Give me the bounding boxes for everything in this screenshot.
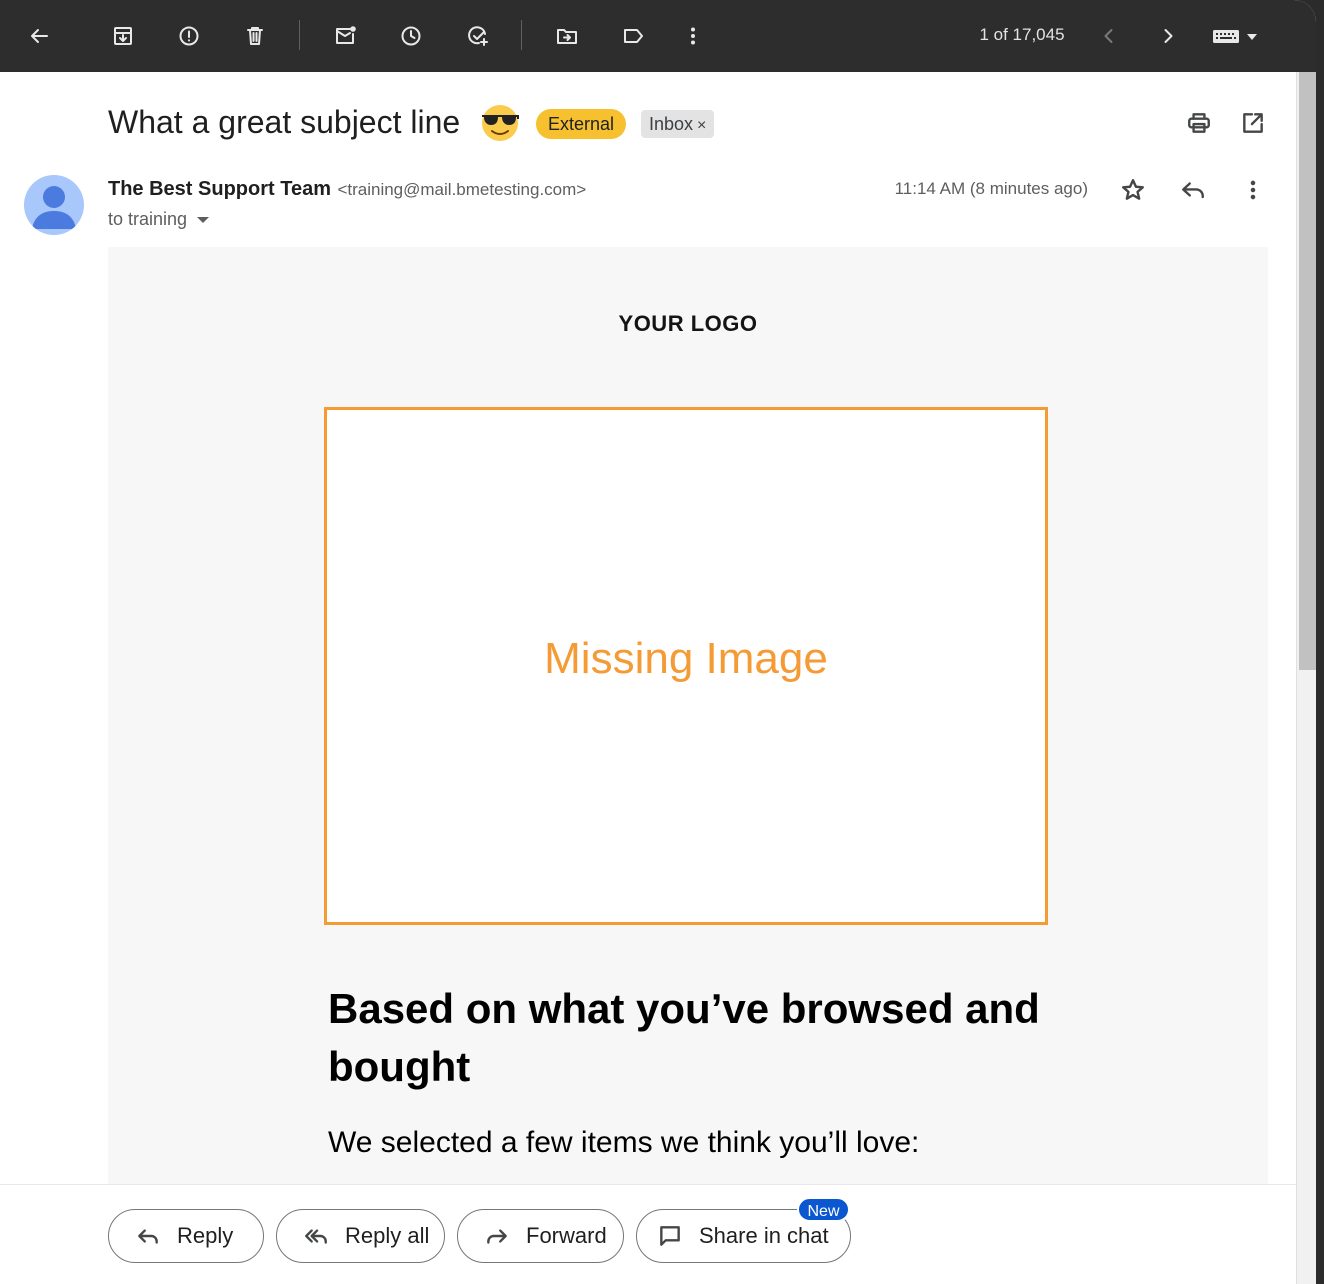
message-more-icon[interactable] [1233,170,1273,210]
reply-icon[interactable] [1173,170,1213,210]
timestamp: 11:14 AM (8 minutes ago) [894,179,1088,198]
subject-line: What a great subject line [108,104,461,140]
mark-unread-icon[interactable] [325,16,365,56]
prev-icon[interactable] [1089,16,1129,56]
inbox-chip[interactable]: Inbox × [641,110,715,138]
toolbar-divider [299,20,300,50]
keyboard-icon[interactable] [1205,16,1263,56]
mail-window: 1 of 17,045 What a great subject line Ex… [0,0,1316,1284]
sender-name[interactable]: The Best Support Team [108,178,331,200]
report-spam-icon[interactable] [169,16,209,56]
reply-button-label: Reply [177,1223,234,1248]
avatar[interactable] [24,175,84,235]
sender-line: The Best Support Team <training@mail.bme… [108,178,586,201]
sunglasses-emoji-icon [482,105,519,141]
archive-icon[interactable] [103,16,143,56]
scrollbar-thumb[interactable] [1299,72,1316,670]
forward-button[interactable]: Forward [457,1209,624,1263]
new-badge: New [797,1197,850,1222]
forward-icon [487,1229,507,1244]
delete-icon[interactable] [235,16,275,56]
label-icon[interactable] [613,16,653,56]
reply-button[interactable]: Reply [108,1209,264,1263]
toolbar-divider [521,20,522,50]
next-icon[interactable] [1148,16,1188,56]
forward-button-label: Forward [526,1223,607,1248]
external-chip: External [536,109,627,139]
add-to-tasks-icon[interactable] [458,16,498,56]
recipients-label: to training [108,209,188,229]
open-in-new-window-icon[interactable] [1233,103,1273,143]
image-placeholder: Missing Image [324,407,1048,925]
inbox-chip-label: Inbox [649,114,694,134]
image-placeholder-text: Missing Image [544,634,828,683]
snooze-icon[interactable] [391,16,431,56]
email-subline: We selected a few items we think you’ll … [328,1126,920,1159]
message-counter: 1 of 17,045 [979,25,1065,44]
reply-icon [138,1229,158,1244]
chat-bubble-icon [660,1226,680,1246]
share-in-chat-button-label: Share in chat [699,1223,829,1248]
toolbar: 1 of 17,045 [0,0,1316,72]
reply-all-icon [305,1229,327,1244]
reply-all-button-label: Reply all [345,1223,430,1248]
remove-label-icon[interactable]: × [697,117,706,134]
print-icon[interactable] [1179,103,1219,143]
star-icon[interactable] [1113,170,1153,210]
more-vert-icon[interactable] [673,16,713,56]
move-to-icon[interactable] [547,16,587,56]
back-arrow-icon[interactable] [19,16,59,56]
chevron-down-icon [197,217,210,224]
brand-logo: YOUR LOGO [618,311,758,336]
sender-email: <training@mail.bmetesting.com> [337,180,587,199]
reply-all-button[interactable]: Reply all [276,1209,445,1263]
email-headline: Based on what you’ve browsed and bought [328,985,1040,1090]
recipients-toggle[interactable]: to training [108,209,210,230]
